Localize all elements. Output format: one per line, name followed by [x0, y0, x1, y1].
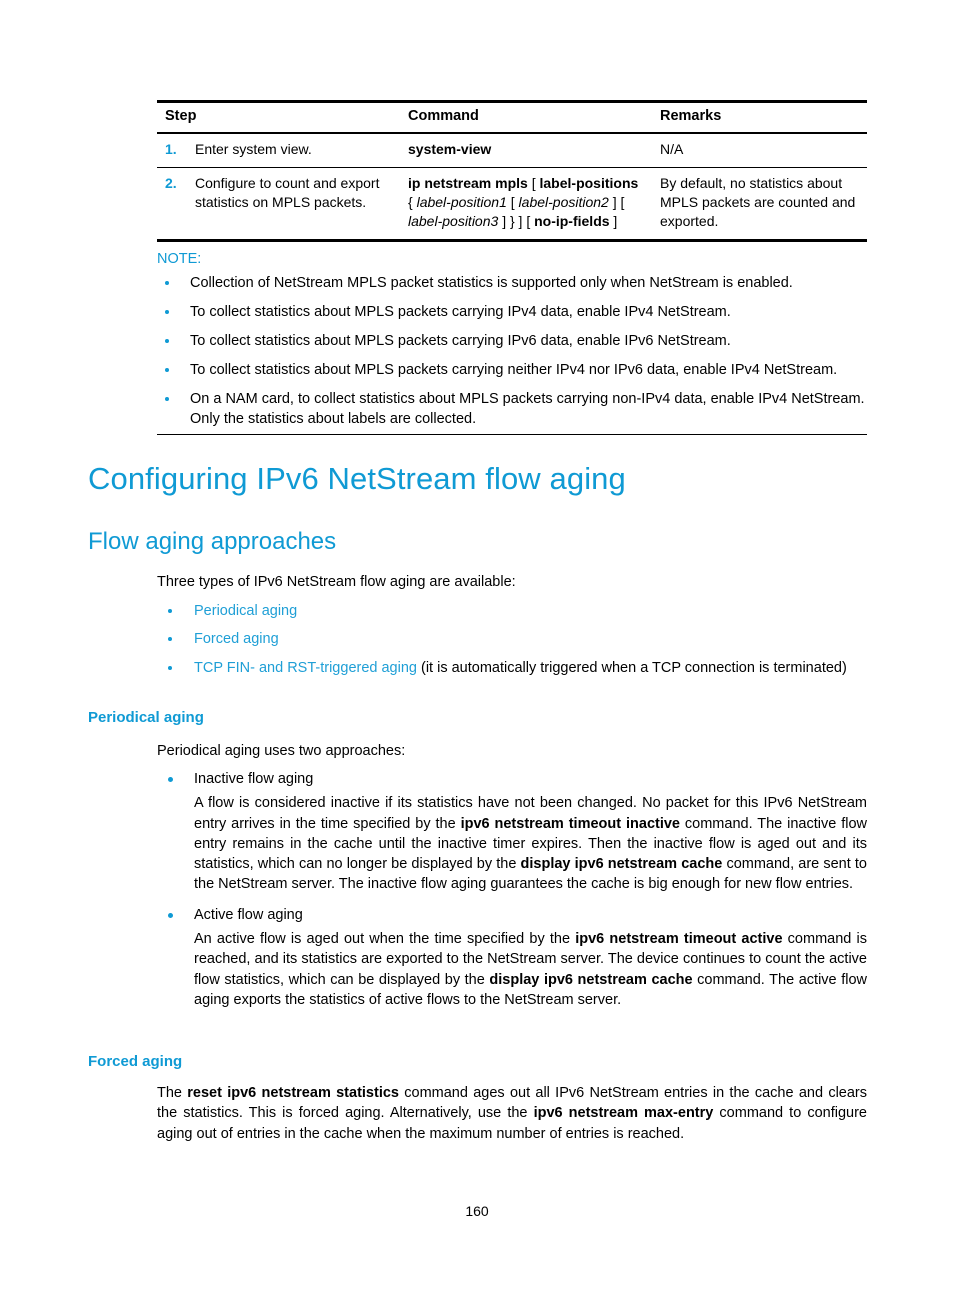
- note-bottom-rule: [157, 433, 867, 435]
- table-bottom-rule: [157, 238, 867, 242]
- list-item-title: Active flow aging: [194, 906, 303, 923]
- link-periodical-aging[interactable]: Periodical aging: [194, 603, 297, 619]
- procedure-table-row-1: 1. Enter system view. system-view N/A: [157, 134, 867, 166]
- flow-aging-intro-paragraph: Three types of IPv6 NetStream flow aging…: [157, 574, 516, 590]
- column-header-step: Step: [165, 108, 197, 124]
- step-description: Enter system view.: [195, 141, 312, 158]
- command-syntax: ip netstream mpls [ label-positions { la…: [408, 174, 639, 230]
- page-title: Configuring IPv6 NetStream flow aging: [88, 461, 626, 496]
- periodical-aging-list: Inactive flow aging A flow is considered…: [157, 769, 867, 1010]
- note-block: NOTE: Collection of NetStream MPLS packe…: [157, 250, 867, 435]
- subsection-heading-forced-aging: Forced aging: [88, 1053, 183, 1070]
- forced-aging-paragraph: The reset ipv6 netstream statistics comm…: [157, 1085, 867, 1142]
- step-number: 1.: [165, 141, 177, 158]
- document-page: Step Command Remarks 1. Enter system vie…: [0, 0, 954, 1296]
- list-item-title: Inactive flow aging: [194, 771, 314, 787]
- table-cell-remarks: N/A: [660, 141, 684, 158]
- section-heading-flow-aging-approaches: Flow aging approaches: [88, 528, 337, 555]
- table-cell-remarks: By default, no statistics about MPLS pac…: [660, 174, 856, 230]
- list-item: Inactive flow aging A flow is considered…: [157, 769, 867, 895]
- procedure-table: Step Command Remarks 1. Enter system vie…: [157, 100, 867, 242]
- table-cell-command: ip netstream mpls [ label-positions { la…: [400, 168, 652, 239]
- step-description: Configure to count and export statistics…: [195, 174, 380, 211]
- list-item-body: A flow is considered inactive if its sta…: [194, 795, 868, 893]
- list-item-body: An active flow is aged out when the time…: [194, 931, 867, 1008]
- table-row: 1. Enter system view. system-view N/A: [157, 134, 867, 166]
- periodical-intro-paragraph: Periodical aging uses two approaches:: [157, 743, 406, 759]
- note-list-item: Collection of NetStream MPLS packet stat…: [157, 273, 867, 293]
- note-list: Collection of NetStream MPLS packet stat…: [157, 273, 867, 429]
- subsection-heading-periodical-aging: Periodical aging: [88, 709, 204, 726]
- table-row: 2. Configure to count and export statist…: [157, 168, 867, 239]
- link-forced-aging[interactable]: Forced aging: [194, 631, 279, 647]
- note-list-item: To collect statistics about MPLS packets…: [157, 331, 867, 351]
- list-item: Active flow aging An active flow is aged…: [157, 905, 867, 1010]
- column-header-remarks: Remarks: [660, 108, 722, 124]
- procedure-table-grid: Step Command Remarks: [157, 103, 867, 132]
- list-item: Periodical aging: [157, 601, 867, 621]
- note-list-item: To collect statistics about MPLS packets…: [157, 360, 867, 380]
- table-cell-step: 1. Enter system view.: [157, 134, 400, 166]
- step-number: 2.: [165, 174, 177, 191]
- table-header-row: Step Command Remarks: [157, 103, 867, 132]
- column-header-command: Command: [408, 108, 479, 124]
- procedure-table-row-2: 2. Configure to count and export statist…: [157, 168, 867, 239]
- list-item: TCP FIN- and RST-triggered aging (it is …: [157, 658, 867, 678]
- table-cell-step: 2. Configure to count and export statist…: [157, 168, 400, 239]
- list-item: Forced aging: [157, 629, 867, 649]
- note-list-item: On a NAM card, to collect statistics abo…: [157, 389, 867, 429]
- note-label: NOTE:: [157, 251, 202, 267]
- flow-aging-link-list: Periodical aging Forced aging TCP FIN- a…: [157, 601, 867, 686]
- page-number: 160: [465, 1203, 489, 1219]
- table-cell-command: system-view: [400, 134, 652, 166]
- link-tcp-fin-rst-triggered-aging[interactable]: TCP FIN- and RST-triggered aging: [194, 660, 417, 676]
- list-item-trailing-text: (it is automatically triggered when a TC…: [416, 659, 847, 676]
- note-list-item: To collect statistics about MPLS packets…: [157, 302, 867, 322]
- command-syntax: system-view: [408, 141, 492, 158]
